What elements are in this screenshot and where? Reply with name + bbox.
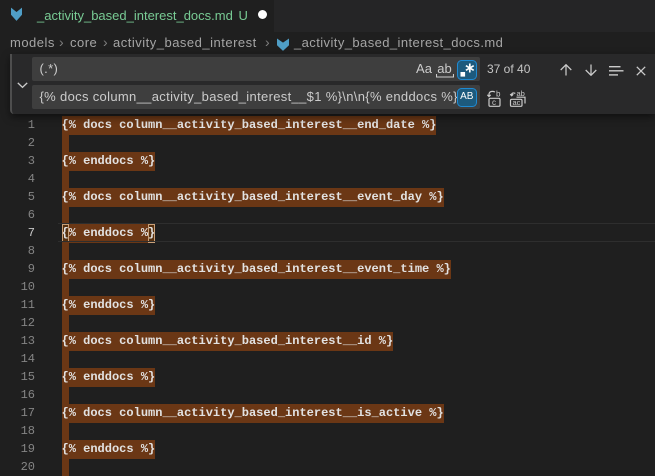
svg-text:ab: ab	[517, 90, 525, 98]
svg-text:ac: ac	[513, 98, 521, 107]
svg-text:c: c	[492, 98, 496, 107]
svg-text:b: b	[496, 90, 501, 98]
